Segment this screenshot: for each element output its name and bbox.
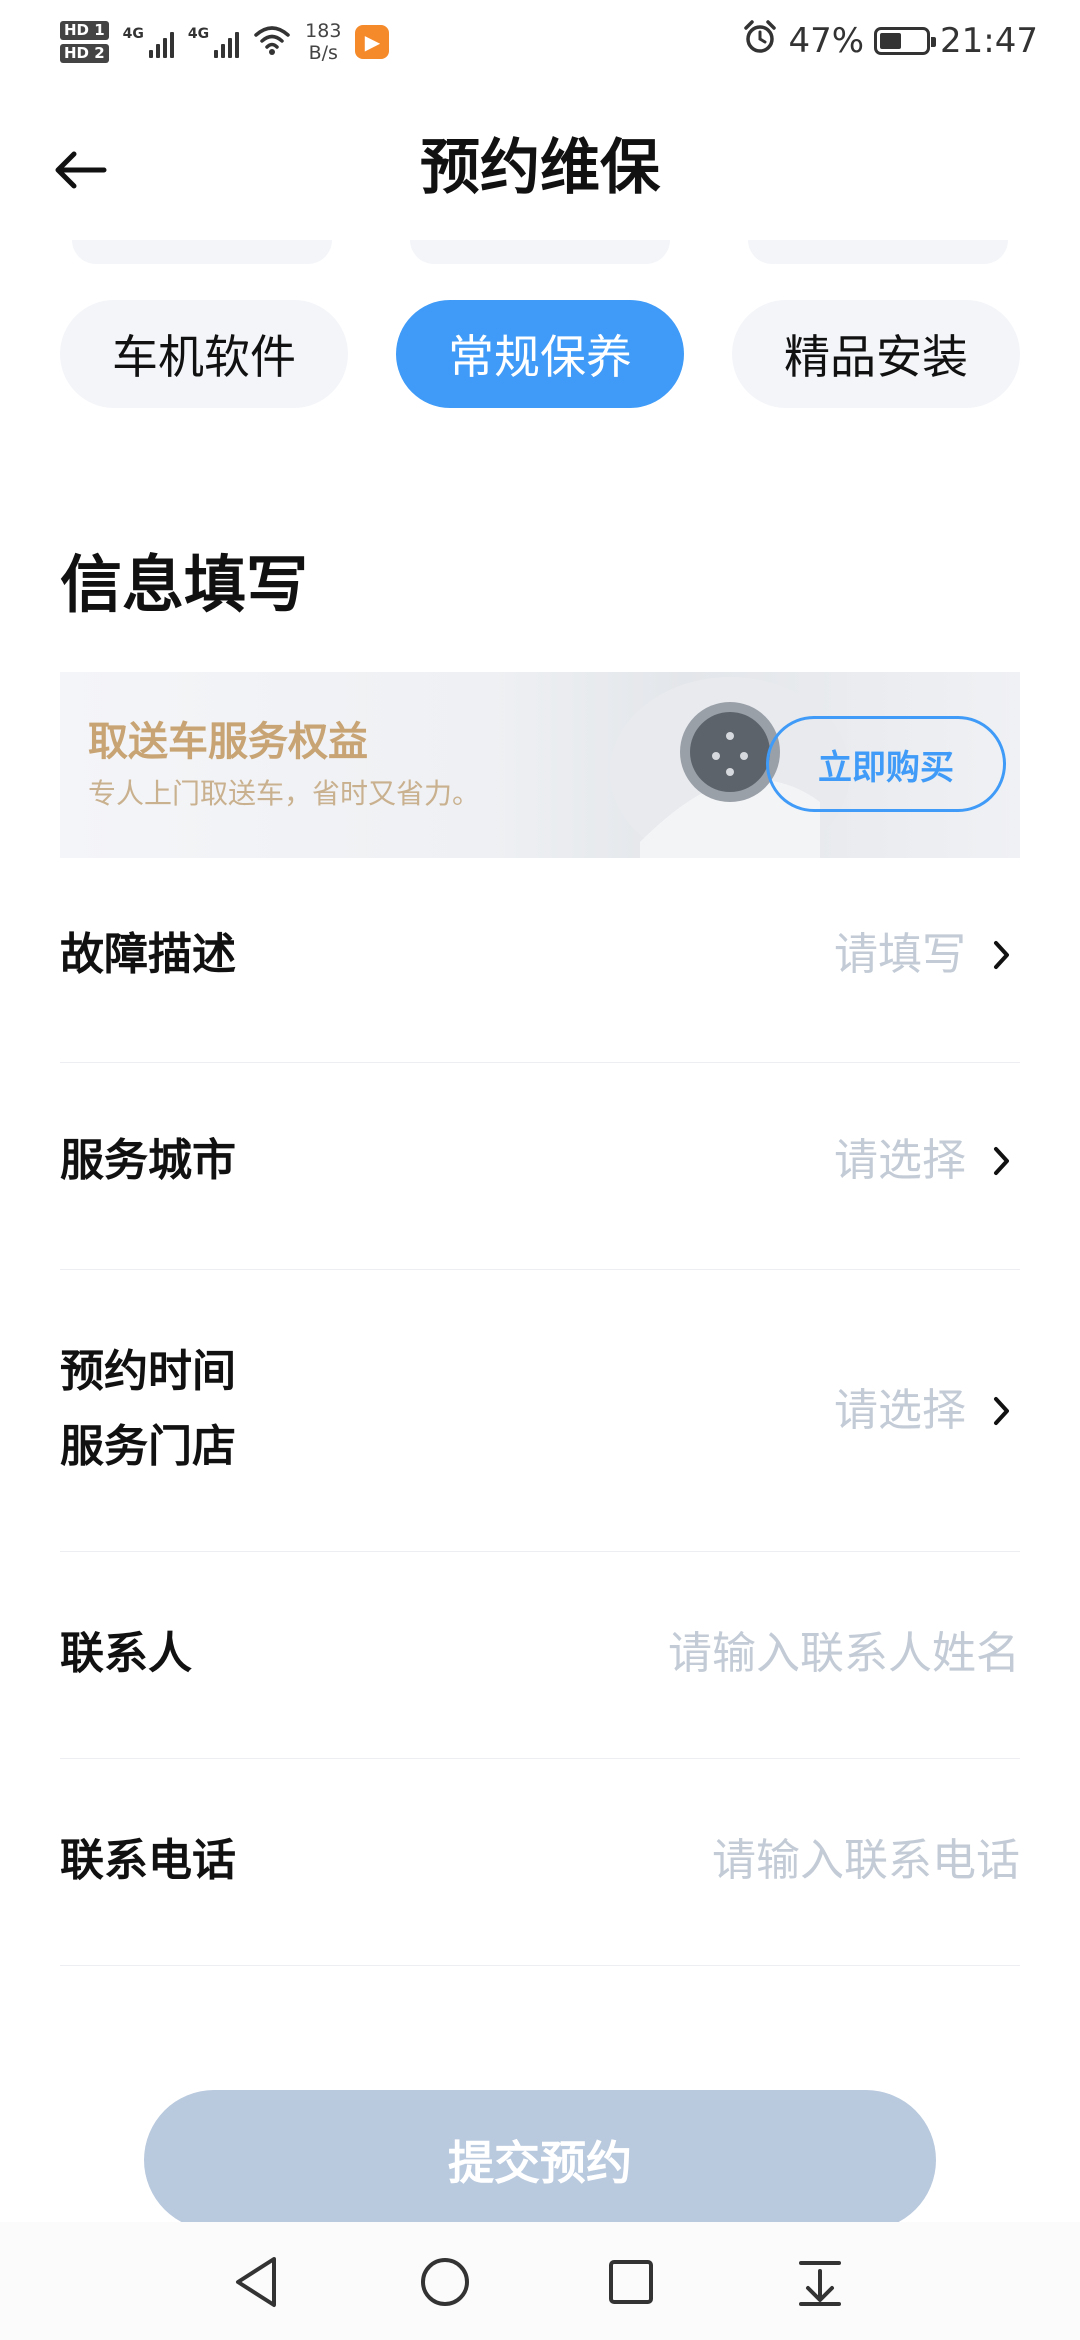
chevron-right-icon: [984, 927, 1020, 983]
signal-icon: 4G: [187, 26, 240, 58]
network-speed: 183 B/s: [305, 20, 341, 64]
contact-phone-label: 联系电话: [60, 1835, 236, 1886]
fault-description-label: 故障描述: [60, 929, 236, 980]
pickup-service-banner[interactable]: 取送车服务权益 专人上门取送车，省时又省力。 立即购买: [60, 672, 1020, 858]
status-left: HD 1 HD 2 4G 4G 183 B/s ▶: [60, 12, 390, 72]
chip-car-software[interactable]: 车机软件: [60, 300, 348, 408]
nav-notification-shade-button[interactable]: [785, 2247, 855, 2317]
triangle-back-icon: [236, 2257, 276, 2307]
banner-subtitle: 专人上门取送车，省时又省力。: [88, 777, 481, 810]
chip-partial[interactable]: [410, 240, 670, 264]
page-title: 预约维保: [420, 133, 660, 203]
video-app-notification-icon: ▶: [355, 25, 390, 59]
contact-phone-row: 联系电话 请输入联系电话: [60, 1759, 1020, 1966]
service-city-value[interactable]: 请选择: [834, 1133, 1020, 1189]
appointment-time-store-placeholder: 请选择: [834, 1385, 966, 1436]
service-city-row[interactable]: 服务城市 请选择: [60, 1063, 1020, 1270]
service-city-placeholder: 请选择: [834, 1135, 966, 1186]
hd1-badge: HD 1: [60, 21, 109, 40]
battery-percent: 47%: [788, 21, 865, 61]
buy-now-button[interactable]: 立即购买: [766, 716, 1006, 812]
submit-appointment-button[interactable]: 提交预约: [144, 2090, 936, 2230]
system-navigation-bar: [0, 2222, 1080, 2340]
hd-indicators: HD 1 HD 2: [60, 21, 109, 63]
chevron-right-icon: [984, 1383, 1020, 1439]
nav-recents-button[interactable]: [596, 2247, 666, 2317]
pull-down-icon: [799, 2261, 841, 2306]
network-speed-value: 183: [305, 20, 342, 42]
header: 预约维保: [0, 110, 1080, 230]
contact-phone-input[interactable]: 请输入联系电话: [712, 1833, 1020, 1889]
page: HD 1 HD 2 4G 4G 183 B/s ▶ 47% 21:47 预约维保…: [0, 0, 1080, 2340]
network-type-label: 4G: [187, 26, 210, 42]
chip-partial[interactable]: [748, 240, 1008, 264]
chip-regular-maintenance[interactable]: 常规保养: [396, 300, 684, 408]
square-recents-icon: [609, 2260, 653, 2304]
service-store-label: 服务门店: [60, 1421, 236, 1472]
banner-title: 取送车服务权益: [88, 719, 368, 765]
status-bar: HD 1 HD 2 4G 4G 183 B/s ▶ 47% 21:47: [0, 0, 1080, 80]
chip-accessory-install[interactable]: 精品安装: [732, 300, 1020, 408]
contact-name-input[interactable]: 请输入联系人姓名: [668, 1626, 1020, 1682]
nav-home-button[interactable]: [410, 2247, 480, 2317]
contact-name-row: 联系人 请输入联系人姓名: [60, 1552, 1020, 1759]
nav-back-button[interactable]: [222, 2247, 292, 2317]
status-right: 47% 21:47: [742, 18, 1038, 64]
section-title: 信息填写: [60, 548, 309, 621]
signal-icon: 4G: [123, 26, 174, 58]
fault-description-row[interactable]: 故障描述 请填写: [60, 878, 1020, 1063]
clock: 21:47: [940, 21, 1038, 61]
network-type-label: 4G: [122, 26, 144, 42]
appointment-time-label: 预约时间: [60, 1346, 236, 1397]
alarm-icon: [742, 19, 778, 64]
network-speed-unit: B/s: [308, 42, 338, 64]
contact-name-label: 联系人: [60, 1628, 192, 1679]
fault-description-placeholder: 请填写: [834, 929, 966, 980]
service-city-label: 服务城市: [60, 1135, 236, 1186]
appointment-time-store-row[interactable]: 预约时间 服务门店 请选择: [60, 1270, 1020, 1552]
wifi-icon: [253, 24, 291, 60]
chip-partial[interactable]: [72, 240, 332, 264]
appointment-time-store-value[interactable]: 请选择: [834, 1383, 1020, 1439]
hd2-badge: HD 2: [60, 44, 109, 63]
battery-icon: [874, 27, 937, 55]
circle-home-icon: [421, 2258, 469, 2306]
chevron-right-icon: [984, 1133, 1020, 1189]
fault-description-value[interactable]: 请填写: [834, 927, 1020, 983]
